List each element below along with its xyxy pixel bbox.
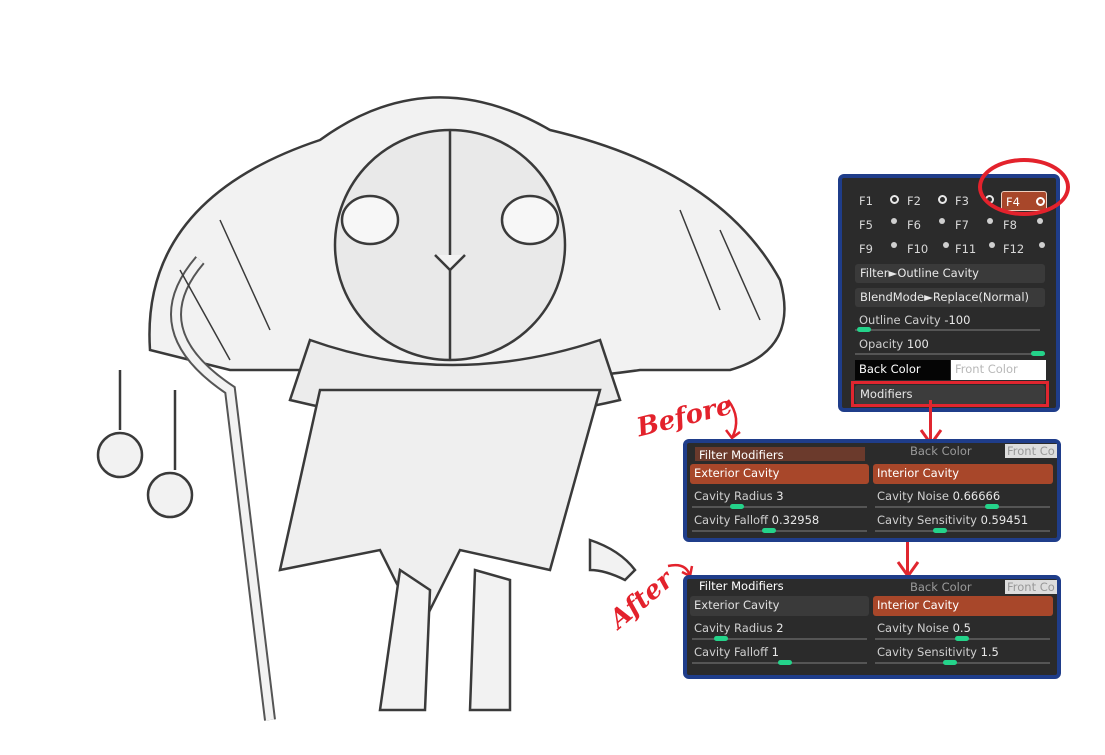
cavity-sensitivity-value: 0.59451 <box>980 513 1029 527</box>
cavity-falloff-label: Cavity Falloff <box>694 513 769 527</box>
f1-radio-icon[interactable] <box>890 195 899 204</box>
cavity-noise-knob[interactable] <box>985 504 999 509</box>
interior-cavity-button[interactable]: Interior Cavity <box>873 464 1053 484</box>
filter-modifiers-title: Filter Modifiers <box>695 447 865 462</box>
cavity-sensitivity-track[interactable] <box>875 660 1050 665</box>
opacity-track[interactable] <box>855 351 1045 356</box>
cavity-noise-label: Cavity Noise <box>877 489 949 503</box>
filter-slot-f11[interactable]: F11 <box>955 242 976 256</box>
ghost-back-color: Back Color <box>910 580 972 594</box>
outline-cavity-label: Outline Cavity <box>859 313 941 327</box>
filter-modifiers-after-panel: Back Color Front Co Filter Modifiers Ext… <box>683 575 1061 679</box>
f11-radio-icon[interactable] <box>989 242 995 248</box>
cavity-sensitivity-knob[interactable] <box>943 660 957 665</box>
cavity-radius-knob[interactable] <box>714 636 728 641</box>
cavity-falloff-label: Cavity Falloff <box>694 645 769 659</box>
f5-radio-icon[interactable] <box>891 218 897 224</box>
filter-slot-f7[interactable]: F7 <box>955 218 969 232</box>
filter-slot-f10[interactable]: F10 <box>907 242 928 256</box>
f7-radio-icon[interactable] <box>987 218 993 224</box>
exterior-cavity-button[interactable]: Exterior Cavity <box>690 596 869 616</box>
filter-slot-f2[interactable]: F2 <box>907 194 921 208</box>
cavity-falloff-value: 0.32958 <box>771 513 820 527</box>
cavity-sensitivity-value: 1.5 <box>980 645 999 659</box>
cavity-radius-value: 3 <box>776 489 784 503</box>
ghost-back-color: Back Color <box>910 444 972 458</box>
opacity-value: 100 <box>906 337 929 351</box>
cavity-sensitivity-label: Cavity Sensitivity <box>877 513 977 527</box>
cavity-radius-slider[interactable]: Cavity Radius 2 <box>694 621 784 635</box>
cavity-radius-slider[interactable]: Cavity Radius 3 <box>694 489 784 503</box>
filter-slot-f9[interactable]: F9 <box>859 242 873 256</box>
filter-modifiers-title: Filter Modifiers <box>695 579 865 593</box>
cavity-noise-slider[interactable]: Cavity Noise 0.5 <box>877 621 971 635</box>
cavity-radius-label: Cavity Radius <box>694 489 773 503</box>
cavity-radius-label: Cavity Radius <box>694 621 773 635</box>
f12-radio-icon[interactable] <box>1039 242 1045 248</box>
ghost-front-color: Front Co <box>1005 444 1057 458</box>
filter-slot-f12[interactable]: F12 <box>1003 242 1024 256</box>
f6-radio-icon[interactable] <box>939 218 945 224</box>
cavity-falloff-knob[interactable] <box>762 528 776 533</box>
interior-cavity-button[interactable]: Interior Cavity <box>873 596 1053 616</box>
cavity-sensitivity-label: Cavity Sensitivity <box>877 645 977 659</box>
outline-cavity-value: -100 <box>944 313 971 327</box>
cavity-falloff-slider[interactable]: Cavity Falloff 0.32958 <box>694 513 819 527</box>
exterior-cavity-button[interactable]: Exterior Cavity <box>690 464 869 484</box>
cavity-noise-knob[interactable] <box>955 636 969 641</box>
cavity-noise-track[interactable] <box>875 636 1050 641</box>
cavity-falloff-track[interactable] <box>692 528 867 533</box>
cavity-radius-track[interactable] <box>692 504 867 509</box>
filter-type-select[interactable]: Filter►Outline Cavity <box>855 264 1045 283</box>
cavity-radius-value: 2 <box>776 621 784 635</box>
cavity-falloff-knob[interactable] <box>778 660 792 665</box>
cavity-radius-track[interactable] <box>692 636 867 641</box>
outline-cavity-knob[interactable] <box>857 327 871 332</box>
cavity-noise-slider[interactable]: Cavity Noise 0.66666 <box>877 489 1000 503</box>
outline-cavity-track[interactable] <box>855 327 1040 332</box>
cavity-falloff-value: 1 <box>771 645 779 659</box>
filter-modifiers-before-panel: Back Color Front Co Filter Modifiers Ext… <box>683 439 1061 542</box>
cavity-sensitivity-slider[interactable]: Cavity Sensitivity 1.5 <box>877 645 999 659</box>
f9-radio-icon[interactable] <box>891 242 897 248</box>
filter-slot-f8[interactable]: F8 <box>1003 218 1017 232</box>
back-color-swatch[interactable]: Back Color <box>855 360 950 380</box>
curved-arrow-icon <box>725 399 741 440</box>
f8-radio-icon[interactable] <box>1037 218 1043 224</box>
ghost-front-color: Front Co <box>1005 580 1057 594</box>
filter-slot-f5[interactable]: F5 <box>859 218 873 232</box>
cavity-radius-knob[interactable] <box>730 504 744 509</box>
cavity-noise-value: 0.5 <box>952 621 971 635</box>
cavity-noise-value: 0.66666 <box>952 489 1001 503</box>
f10-radio-icon[interactable] <box>943 242 949 248</box>
cavity-sensitivity-track[interactable] <box>875 528 1050 533</box>
cavity-falloff-track[interactable] <box>692 660 867 665</box>
cavity-sensitivity-knob[interactable] <box>933 528 947 533</box>
filter-slot-f1[interactable]: F1 <box>859 194 873 208</box>
blend-mode-select[interactable]: BlendMode►Replace(Normal) <box>855 288 1045 307</box>
filter-slot-f6[interactable]: F6 <box>907 218 921 232</box>
modifiers-highlight <box>851 381 1049 407</box>
outline-cavity-slider[interactable]: Outline Cavity -100 <box>859 313 970 327</box>
opacity-knob[interactable] <box>1031 351 1045 356</box>
cavity-noise-label: Cavity Noise <box>877 621 949 635</box>
cavity-sensitivity-slider[interactable]: Cavity Sensitivity 0.59451 <box>877 513 1028 527</box>
front-color-swatch[interactable]: Front Color <box>951 360 1046 380</box>
filter-slot-f3[interactable]: F3 <box>955 194 969 208</box>
cavity-noise-track[interactable] <box>875 504 1050 509</box>
f2-radio-icon[interactable] <box>938 195 947 204</box>
f4-highlight-circle <box>978 158 1070 216</box>
opacity-slider[interactable]: Opacity 100 <box>859 337 929 351</box>
cavity-falloff-slider[interactable]: Cavity Falloff 1 <box>694 645 779 659</box>
opacity-label: Opacity <box>859 337 904 351</box>
